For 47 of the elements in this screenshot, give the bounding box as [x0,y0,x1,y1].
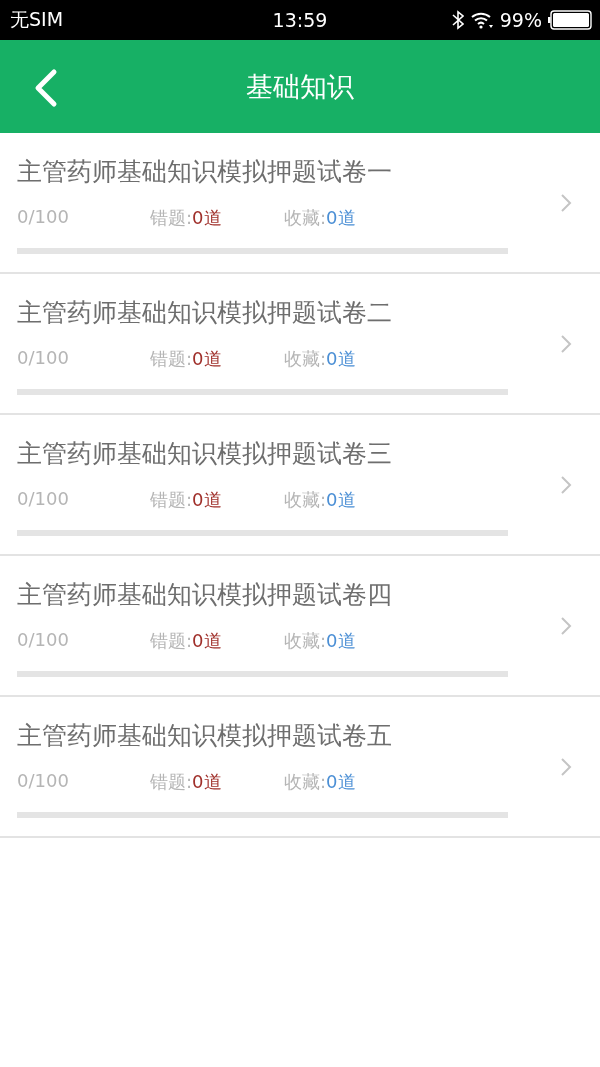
clock-time: 13:59 [272,9,328,31]
exam-title: 主管药师基础知识模拟押题试卷三 [17,439,392,468]
favorite-count: 0道 [326,348,356,369]
chevron-icon [560,615,572,636]
progress-count: 0/100 [17,488,69,509]
chevron-icon [560,192,572,213]
bluetooth-icon [451,10,464,30]
exam-title: 主管药师基础知识模拟押题试卷四 [17,580,392,609]
favorite-count: 0道 [326,489,356,510]
wrong-count: 0道 [192,630,222,651]
wifi-icon [469,11,494,29]
wrong-count: 0道 [192,771,222,792]
favorite-count: 0道 [326,630,356,651]
wrong-count: 0道 [192,489,222,510]
wrong-count: 0道 [192,207,222,228]
wrong-label: 错题: [150,207,193,228]
progress-count: 0/100 [17,347,69,368]
wrong-label: 错题: [150,348,193,369]
page-title: 基础知识 [246,70,354,102]
favorite-label: 收藏: [284,771,327,792]
chevron-icon [560,474,572,495]
exam-list-item[interactable]: 主管药师基础知识模拟押题试卷五 0/100 错题:0道 收藏:0道 [0,697,600,838]
favorite-count: 0道 [326,771,356,792]
exam-title: 主管药师基础知识模拟押题试卷二 [17,298,392,327]
wrong-label: 错题: [150,489,193,510]
exam-list-item[interactable]: 主管药师基础知识模拟押题试卷三 0/100 错题:0道 收藏:0道 [0,415,600,556]
progress-count: 0/100 [17,206,69,227]
exam-list-item[interactable]: 主管药师基础知识模拟押题试卷四 0/100 错题:0道 收藏:0道 [0,556,600,697]
wrong-label: 错题: [150,630,193,651]
progress-count: 0/100 [17,629,69,650]
wrong-label: 错题: [150,771,193,792]
battery-percent: 99% [499,9,542,31]
exam-title: 主管药师基础知识模拟押题试卷一 [17,157,392,186]
exam-list-item[interactable]: 主管药师基础知识模拟押题试卷二 0/100 错题:0道 收藏:0道 [0,274,600,415]
chevron-icon [560,333,572,354]
favorite-label: 收藏: [284,207,327,228]
carrier-label: 无SIM [10,7,64,32]
wrong-count: 0道 [192,348,222,369]
battery-icon [548,10,592,30]
favorite-label: 收藏: [284,348,327,369]
favorite-label: 收藏: [284,489,327,510]
chevron-icon [560,756,572,777]
favorite-label: 收藏: [284,630,327,651]
exam-title: 主管药师基础知识模拟押题试卷五 [17,721,392,750]
exam-list-item[interactable]: 主管药师基础知识模拟押题试卷一 0/100 错题:0道 收藏:0道 [0,133,600,274]
favorite-count: 0道 [326,207,356,228]
progress-count: 0/100 [17,770,69,791]
